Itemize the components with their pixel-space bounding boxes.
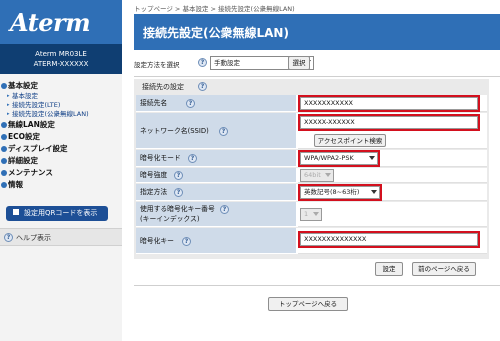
- top-page-button[interactable]: トップページへ戻る: [268, 297, 348, 311]
- title-bar: 接続先設定(公衆無線LAN): [134, 14, 500, 50]
- label-cell: 使用する暗号化キー番号 ? (キーインデックス): [136, 202, 296, 227]
- menu-information[interactable]: 情報: [0, 179, 122, 191]
- menu-maintenance[interactable]: メンテナンス: [0, 167, 122, 179]
- value-cell: WPA/WPA2-PSK: [298, 150, 487, 167]
- row-key-index: 使用する暗号化キー番号 ? (キーインデックス) 1: [136, 202, 487, 227]
- qr-code-icon: [12, 208, 20, 216]
- highlight-box: [298, 184, 382, 201]
- encryption-key-help-icon[interactable]: ?: [182, 237, 191, 246]
- connection-name-help-icon[interactable]: ?: [186, 99, 195, 108]
- encryption-strength-label: 暗号強度: [140, 171, 168, 179]
- row-encryption-mode: 暗号化モード ? WPA/WPA2-PSK: [136, 150, 487, 167]
- value-cell: XXXXXXXXXXXXXX: [298, 228, 487, 254]
- key-index-select: 1: [300, 208, 322, 221]
- page-title: 接続先設定(公衆無線LAN): [143, 26, 289, 40]
- key-index-label-sub: (キーインデックス): [140, 215, 200, 223]
- set-button[interactable]: 設定: [375, 262, 403, 276]
- submenu-public-wlan[interactable]: 接続先設定(公衆無線LAN): [0, 110, 122, 119]
- method-selected-value: 手動設定: [214, 59, 240, 67]
- encryption-mode-label: 暗号化モード: [140, 154, 181, 162]
- ssid-help-icon[interactable]: ?: [219, 127, 228, 136]
- qr-button-label: 設定用QRコードを表示: [24, 209, 98, 217]
- value-cell: 64bit: [298, 168, 487, 183]
- breadcrumb: トップページ > 基本設定 > 接続先設定(公衆無線LAN): [134, 5, 295, 13]
- highlight-box: [298, 114, 480, 131]
- menu-wlan-settings[interactable]: 無線LAN設定: [0, 119, 122, 131]
- sidebar: Aterm Aterm MR03LE ATERM-XXXXXX 基本設定 基本設…: [0, 0, 122, 341]
- label-cell: 暗号化キー ?: [136, 228, 296, 254]
- connection-name-label: 接続先名: [140, 99, 168, 107]
- menu-basic-settings[interactable]: 基本設定: [0, 80, 122, 92]
- method-help-icon[interactable]: ?: [198, 58, 207, 67]
- spec-method-label: 指定方法: [140, 188, 168, 196]
- value-cell: XXXXX-XXXXXX アクセスポイント検索: [298, 113, 487, 149]
- side-menu: 基本設定 基本設定 接続先設定(LTE) 接続先設定(公衆無線LAN) 無線LA…: [0, 80, 122, 191]
- method-select-button[interactable]: 選択: [288, 56, 310, 70]
- help-label: ヘルプ表示: [16, 234, 51, 242]
- encryption-strength-value: 64bit: [304, 171, 321, 179]
- submenu-basic[interactable]: 基本設定: [0, 92, 122, 101]
- value-cell: 英数記号(8~63桁): [298, 184, 487, 201]
- model-name: Aterm MR03LE: [35, 50, 87, 58]
- device-id: ATERM-XXXXXX: [33, 60, 89, 68]
- encryption-mode-help-icon[interactable]: ?: [188, 154, 197, 163]
- section-help-icon[interactable]: ?: [198, 82, 207, 91]
- submenu-lte[interactable]: 接続先設定(LTE): [0, 101, 122, 110]
- row-spec-method: 指定方法 ? 英数記号(8~63桁): [136, 184, 487, 201]
- encryption-strength-help-icon[interactable]: ?: [174, 171, 183, 180]
- row-encryption-key: 暗号化キー ? XXXXXXXXXXXXXX: [136, 228, 487, 254]
- menu-eco-settings[interactable]: ECO設定: [0, 131, 122, 143]
- key-index-help-icon[interactable]: ?: [220, 205, 229, 214]
- help-toggle[interactable]: ? ヘルプ表示: [0, 228, 122, 246]
- method-row: 設定方法を選択 ? 手動設定 選択: [134, 56, 500, 72]
- logo-area: Aterm: [0, 0, 122, 44]
- divider: [134, 285, 500, 286]
- highlight-box: [298, 95, 480, 112]
- encryption-strength-select: 64bit: [300, 169, 334, 182]
- access-point-search-button[interactable]: アクセスポイント検索: [314, 134, 386, 147]
- spec-method-help-icon[interactable]: ?: [174, 188, 183, 197]
- label-cell: 暗号強度 ?: [136, 168, 296, 183]
- encryption-key-label: 暗号化キー: [140, 237, 174, 245]
- menu-advanced-settings[interactable]: 詳細設定: [0, 155, 122, 167]
- value-cell: XXXXXXXXXXX: [298, 95, 487, 112]
- label-cell: 指定方法 ?: [136, 184, 296, 201]
- back-button[interactable]: 前のページへ戻る: [412, 262, 476, 276]
- value-cell: 1: [298, 202, 487, 227]
- key-index-value: 1: [304, 210, 309, 218]
- section-title: 接続先の設定: [142, 83, 184, 91]
- help-icon: ?: [4, 233, 13, 242]
- row-encryption-strength: 暗号強度 ? 64bit: [136, 168, 487, 183]
- row-ssid: ネットワーク名(SSID) ? XXXXX-XXXXXX アクセスポイント検索: [136, 113, 487, 149]
- label-cell: ネットワーク名(SSID) ?: [136, 113, 296, 149]
- highlight-box: [298, 150, 380, 167]
- aterm-logo: Aterm: [10, 8, 91, 37]
- connection-settings-section: 接続先の設定 ? 接続先名 ? XXXXXXXXXXX ネットワーク名(SSID…: [134, 79, 489, 259]
- divider: [134, 76, 500, 77]
- device-info: Aterm MR03LE ATERM-XXXXXX: [0, 44, 122, 74]
- method-label: 設定方法を選択: [134, 61, 180, 69]
- ssid-label: ネットワーク名(SSID): [140, 127, 209, 135]
- highlight-box: [298, 231, 480, 248]
- label-cell: 暗号化モード ?: [136, 150, 296, 167]
- key-index-label: 使用する暗号化キー番号: [140, 205, 215, 213]
- chevron-down-icon: [325, 173, 331, 177]
- menu-display-settings[interactable]: ディスプレイ設定: [0, 143, 122, 155]
- label-cell: 接続先名 ?: [136, 95, 296, 112]
- chevron-down-icon: [313, 212, 319, 216]
- show-qr-code-button[interactable]: 設定用QRコードを表示: [6, 206, 108, 221]
- row-connection-name: 接続先名 ? XXXXXXXXXXX: [136, 95, 487, 112]
